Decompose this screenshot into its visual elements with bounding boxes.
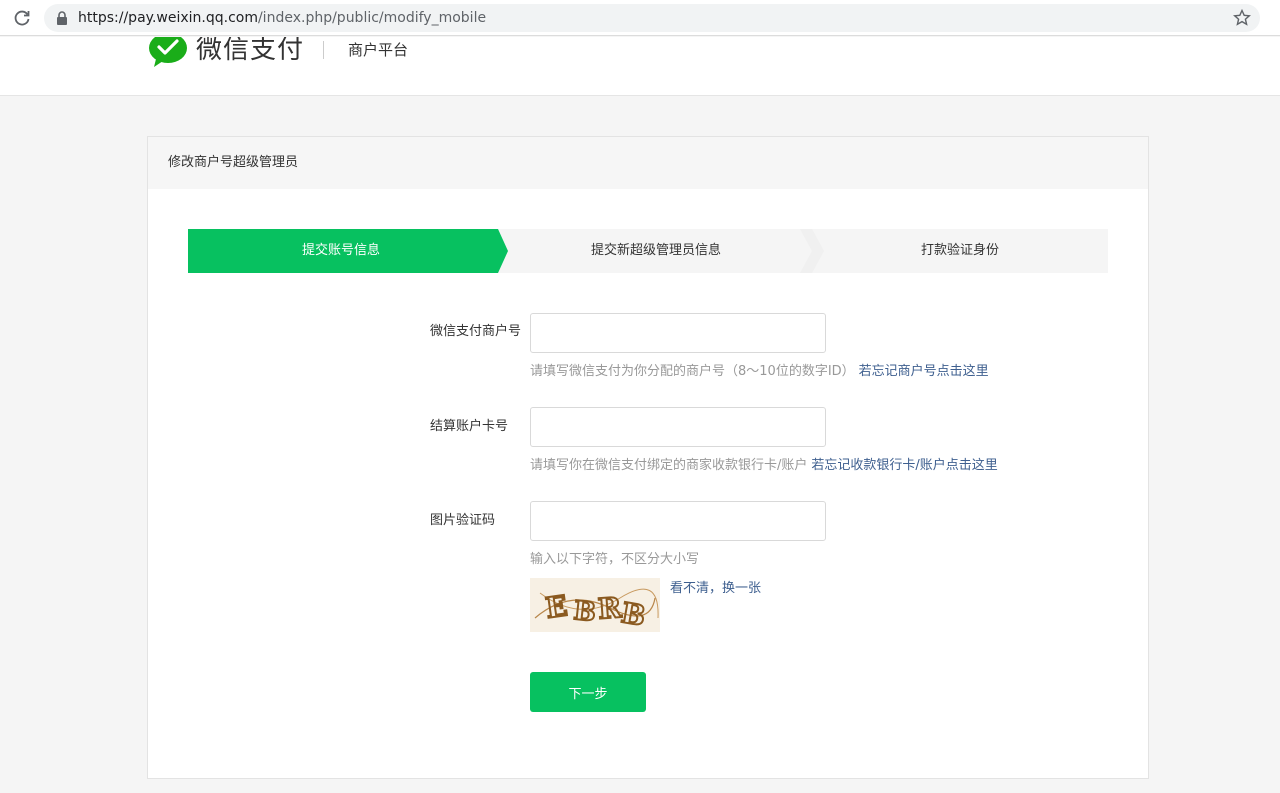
captcha-label: 图片验证码 bbox=[430, 513, 496, 528]
wechat-pay-logo-icon[interactable] bbox=[148, 37, 188, 69]
browser-toolbar: https://pay.weixin.qq.com/index.php/publ… bbox=[0, 0, 1280, 36]
merchant-id-input[interactable] bbox=[530, 313, 826, 353]
forgot-merchant-id-link[interactable]: 若忘记商户号点击这里 bbox=[859, 364, 989, 379]
captcha-input[interactable] bbox=[530, 501, 826, 541]
brand-name: 微信支付 bbox=[196, 37, 305, 65]
bank-account-hint-text: 请填写你在微信支付绑定的商家收款银行卡/账户 bbox=[530, 458, 808, 473]
captcha-hint: 输入以下字符，不区分大小写 bbox=[530, 552, 700, 567]
captcha-image[interactable]: E B R B bbox=[530, 578, 660, 632]
card-title: 修改商户号超级管理员 bbox=[148, 137, 1148, 189]
step-1: 提交账号信息 bbox=[188, 229, 508, 273]
reload-icon[interactable] bbox=[12, 8, 32, 28]
merchant-id-label: 微信支付商户号 bbox=[430, 324, 522, 339]
step-3-label: 打款验证身份 bbox=[920, 243, 999, 258]
next-step-button[interactable]: 下一步 bbox=[530, 672, 646, 712]
url-text: https://pay.weixin.qq.com/index.php/publ… bbox=[78, 9, 486, 27]
bank-account-label: 结算账户卡号 bbox=[430, 419, 509, 434]
forgot-bank-account-link[interactable]: 若忘记收款银行卡/账户点击这里 bbox=[811, 458, 997, 473]
merchant-id-hint-text: 请填写微信支付为你分配的商户号（8～10位的数字ID） bbox=[530, 364, 855, 379]
step-3: 打款验证身份 bbox=[812, 229, 1108, 273]
captcha-char-2: B bbox=[572, 596, 597, 628]
progress-steps: 提交账号信息 提交新超级管理员信息 打款验证身份 bbox=[188, 229, 1108, 273]
bank-account-hint: 请填写你在微信支付绑定的商家收款银行卡/账户 若忘记收款银行卡/账户点击这里 bbox=[530, 457, 998, 475]
site-header: 微信支付 商户平台 bbox=[0, 37, 1280, 96]
captcha-char-1: E bbox=[544, 589, 570, 625]
refresh-captcha-link[interactable]: 看不清，换一张 bbox=[670, 580, 761, 598]
bookmark-star-icon[interactable] bbox=[1232, 8, 1252, 28]
captcha-char-3: R bbox=[597, 591, 623, 626]
url-path: /index.php/public/modify_mobile bbox=[257, 10, 487, 26]
platform-name: 商户平台 bbox=[348, 41, 409, 59]
lock-icon bbox=[57, 11, 67, 25]
url-host: https://pay.weixin.qq.com bbox=[78, 10, 258, 26]
header-divider bbox=[323, 41, 324, 59]
modify-admin-card: 修改商户号超级管理员 提交账号信息 提交新超级管理员信息 打款验证身份 微信支付… bbox=[147, 136, 1149, 779]
address-bar[interactable]: https://pay.weixin.qq.com/index.php/publ… bbox=[44, 4, 1260, 32]
bank-account-input[interactable] bbox=[530, 407, 826, 447]
merchant-id-hint: 请填写微信支付为你分配的商户号（8～10位的数字ID） 若忘记商户号点击这里 bbox=[530, 363, 989, 381]
step-2-label: 提交新超级管理员信息 bbox=[590, 243, 721, 258]
step-2: 提交新超级管理员信息 bbox=[500, 229, 812, 273]
step-1-label: 提交账号信息 bbox=[301, 243, 380, 258]
